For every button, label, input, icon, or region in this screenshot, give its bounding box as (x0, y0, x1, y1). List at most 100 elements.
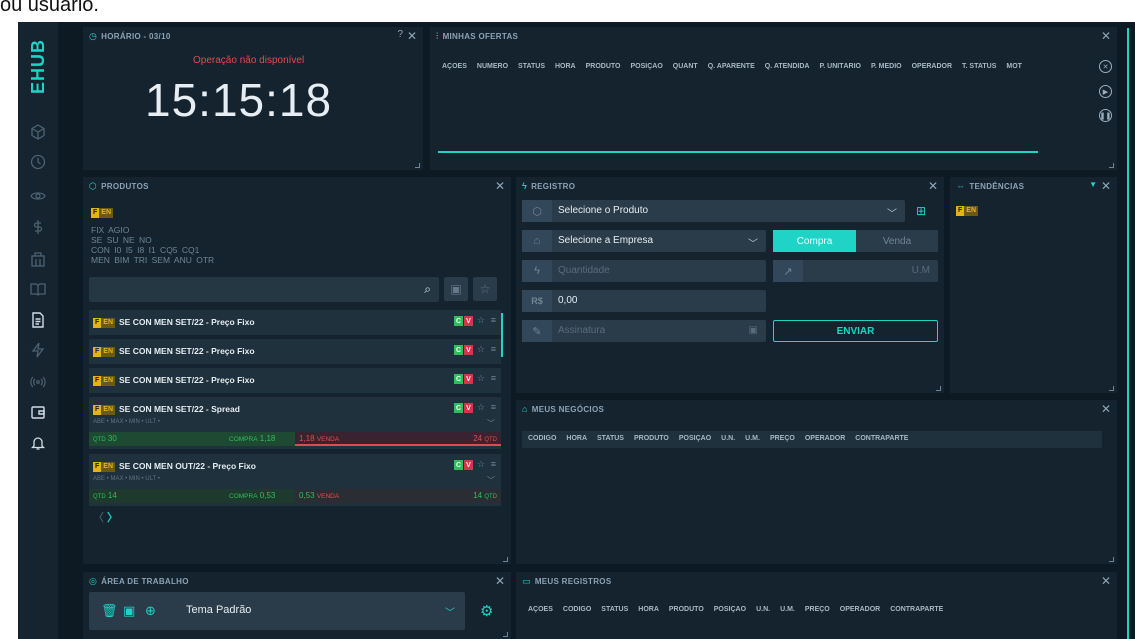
product-select[interactable]: ⬡ Selecione o Produto ﹀ (522, 200, 905, 222)
filter-icon[interactable]: ▼ (1089, 180, 1097, 189)
menu-icon[interactable]: ≡ (491, 459, 496, 469)
pager-prev-icon[interactable]: 〈 (93, 509, 104, 525)
product-row[interactable]: F EN SE CON MEN SET/22 - Preço Fixo CV ☆ … (89, 310, 501, 335)
cv-badges[interactable]: CV (454, 403, 473, 413)
chevron-down-icon[interactable]: ﹀ (445, 604, 455, 619)
registros-close-button[interactable]: ✕ (1101, 574, 1111, 588)
column-header[interactable]: U.N. (756, 606, 770, 613)
chevron-down-icon[interactable]: ﹀ (748, 235, 758, 250)
resize-handle[interactable] (503, 632, 508, 637)
resize-handle[interactable] (1109, 386, 1114, 391)
product-row-expanded[interactable]: F EN SE CON MEN OUT/22 - Preço Fixo CV ☆ … (89, 454, 501, 506)
column-header[interactable]: OPERADOR (840, 606, 880, 613)
column-header[interactable]: NÚMERO (477, 63, 508, 70)
ofertas-scrollbar[interactable] (438, 151, 1038, 153)
wallet-icon[interactable] (28, 402, 48, 422)
column-header[interactable]: Q. ATENDIDA (765, 63, 810, 70)
workspace-select[interactable]: 🗑 ▣ ⊕ Tema Padrão ﹀ (89, 592, 465, 630)
column-header[interactable]: CÓDIGO (528, 435, 556, 442)
column-header[interactable]: HORA (566, 435, 587, 442)
column-header[interactable]: POSIÇÃO (714, 606, 746, 613)
product-row[interactable]: F EN SE CON MEN SET/22 - Preço Fixo CV ☆ … (89, 339, 501, 364)
filter-row-1[interactable]: FIX AGIO (91, 225, 214, 235)
company-select[interactable]: ⌂ Selecione a Empresa ﹀ (522, 230, 766, 252)
star-icon[interactable]: ☆ (477, 344, 485, 355)
column-header[interactable]: CONTRAPARTE (855, 435, 908, 442)
column-header[interactable]: QUANT (673, 63, 698, 70)
search-icon[interactable]: ⌕ (424, 282, 431, 297)
book-icon[interactable] (28, 279, 48, 299)
column-header[interactable]: MOT (1006, 63, 1022, 70)
play-icon[interactable]: ▶ (1099, 85, 1112, 98)
menu-icon[interactable]: ≡ (491, 373, 496, 383)
column-header[interactable]: HORA (638, 606, 659, 613)
column-header[interactable]: PREÇO (770, 435, 795, 442)
save-icon[interactable]: ▣ (123, 603, 135, 619)
pager-next-icon[interactable]: 〉 (107, 509, 118, 525)
menu-icon[interactable]: ≡ (491, 315, 496, 325)
column-header[interactable]: HORA (555, 63, 576, 70)
fen-tag[interactable]: F EN (91, 208, 114, 218)
list-scrollbar[interactable] (501, 313, 503, 357)
registro-close-button[interactable]: ✕ (928, 179, 938, 193)
resize-handle[interactable] (503, 557, 508, 562)
dollar-icon[interactable] (28, 217, 48, 237)
document-icon[interactable] (28, 310, 48, 330)
star-icon[interactable]: ☆ (477, 402, 485, 413)
column-header[interactable]: CÓDIGO (563, 606, 591, 613)
resize-handle[interactable] (936, 386, 941, 391)
column-header[interactable]: POSIÇÃO (679, 435, 711, 442)
price-input[interactable]: R$ 0,00 (522, 290, 766, 312)
filter-row-2[interactable]: SE SU NE NO (91, 235, 214, 245)
product-row-expanded[interactable]: F EN SE CON MEN SET/22 - Spread CV ☆ ≡ AB… (89, 397, 501, 449)
column-header[interactable]: PRODUTO (586, 63, 621, 70)
column-header[interactable]: P. UNITÁRIO (819, 63, 861, 70)
negocios-close-button[interactable]: ✕ (1101, 402, 1111, 416)
help-icon[interactable]: ? (397, 29, 403, 40)
cube-icon[interactable] (28, 122, 48, 142)
area-close-button[interactable]: ✕ (495, 574, 505, 588)
resize-handle[interactable] (415, 163, 420, 168)
star-icon[interactable]: ☆ (477, 373, 485, 384)
column-header[interactable]: CONTRAPARTE (890, 606, 943, 613)
signature-input[interactable]: ✎ Assinatura ▣ (522, 320, 766, 342)
quantity-input[interactable]: ϟ Quantidade (522, 260, 766, 282)
tendencias-close-button[interactable]: ✕ (1101, 179, 1111, 193)
column-header[interactable]: STATUS (601, 606, 628, 613)
column-header[interactable]: OPERADOR (805, 435, 845, 442)
unit-input[interactable]: ↗ U.M (773, 260, 938, 282)
ofertas-close-button[interactable]: ✕ (1101, 29, 1111, 43)
produtos-close-button[interactable]: ✕ (495, 179, 505, 193)
column-header[interactable]: AÇÕES (528, 606, 553, 613)
horario-close-button[interactable]: ✕ (407, 29, 417, 43)
cv-badges[interactable]: CV (454, 460, 473, 470)
clock-icon[interactable] (28, 152, 48, 172)
filter-row-4[interactable]: MEN BIM TRI SEM ANU OTR (91, 255, 214, 265)
chevron-down-icon[interactable]: ﹀ (487, 418, 495, 429)
add-icon[interactable]: ⊕ (145, 603, 156, 619)
product-search-icon[interactable]: ⊞ (916, 204, 926, 218)
app-scrollbar[interactable] (1127, 28, 1129, 639)
column-header[interactable]: U.M. (745, 435, 760, 442)
chevron-down-icon[interactable]: ﹀ (887, 205, 897, 220)
product-filters[interactable]: FIX AGIO SE SU NE NO CON I0 I5 I8 I1 CQ5… (91, 225, 214, 265)
save-filter-icon[interactable]: ▣ (444, 277, 468, 301)
column-header[interactable]: U.N. (721, 435, 735, 442)
pause-icon[interactable]: ❚❚ (1099, 109, 1112, 122)
column-header[interactable]: STATUS (518, 63, 545, 70)
cv-badges[interactable]: CV (454, 374, 473, 384)
cancel-all-icon[interactable]: ✕ (1099, 60, 1112, 73)
column-header[interactable]: OPERADOR (912, 63, 952, 70)
column-header[interactable]: STATUS (597, 435, 624, 442)
broadcast-icon[interactable] (28, 372, 48, 392)
column-header[interactable]: PRODUTO (634, 435, 669, 442)
column-header[interactable]: PREÇO (805, 606, 830, 613)
column-header[interactable]: POSIÇÃO (631, 63, 663, 70)
column-header[interactable]: AÇÕES (442, 63, 467, 70)
resize-handle[interactable] (1109, 557, 1114, 562)
filter-row-3[interactable]: CON I0 I5 I8 I1 CQ5 CQ1 (91, 245, 214, 255)
bolt-icon[interactable] (28, 340, 48, 360)
column-header[interactable]: T. STATUS (962, 63, 996, 70)
building-icon[interactable] (28, 249, 48, 269)
column-header[interactable]: PRODUTO (669, 606, 704, 613)
